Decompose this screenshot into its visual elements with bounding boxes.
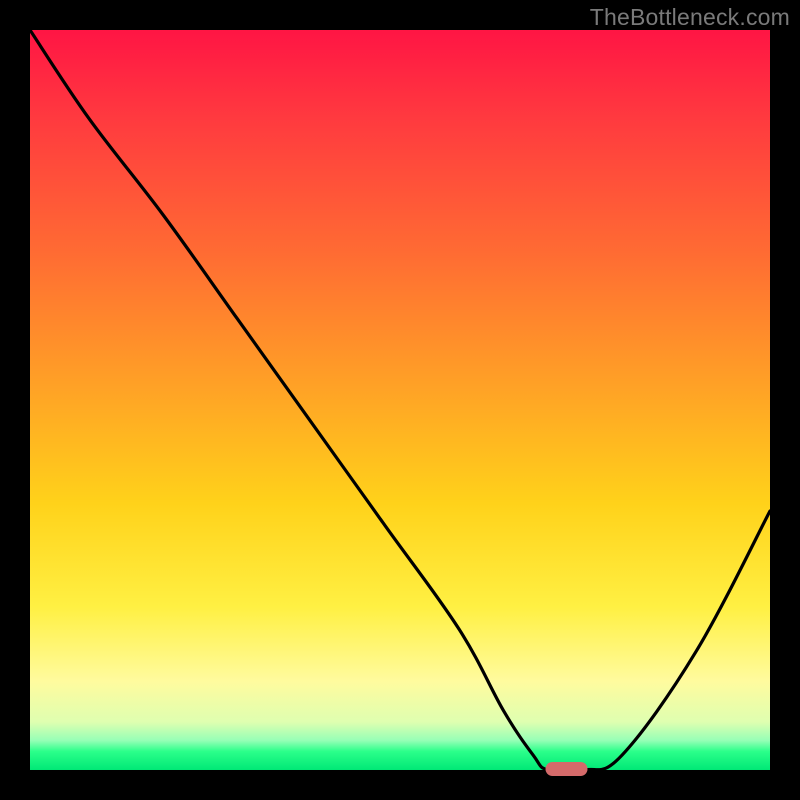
bottleneck-curve bbox=[30, 30, 770, 772]
optimum-marker-pill bbox=[546, 762, 588, 776]
chart-overlay bbox=[30, 30, 770, 770]
chart-frame: TheBottleneck.com bbox=[0, 0, 800, 800]
watermark-text: TheBottleneck.com bbox=[590, 4, 790, 31]
